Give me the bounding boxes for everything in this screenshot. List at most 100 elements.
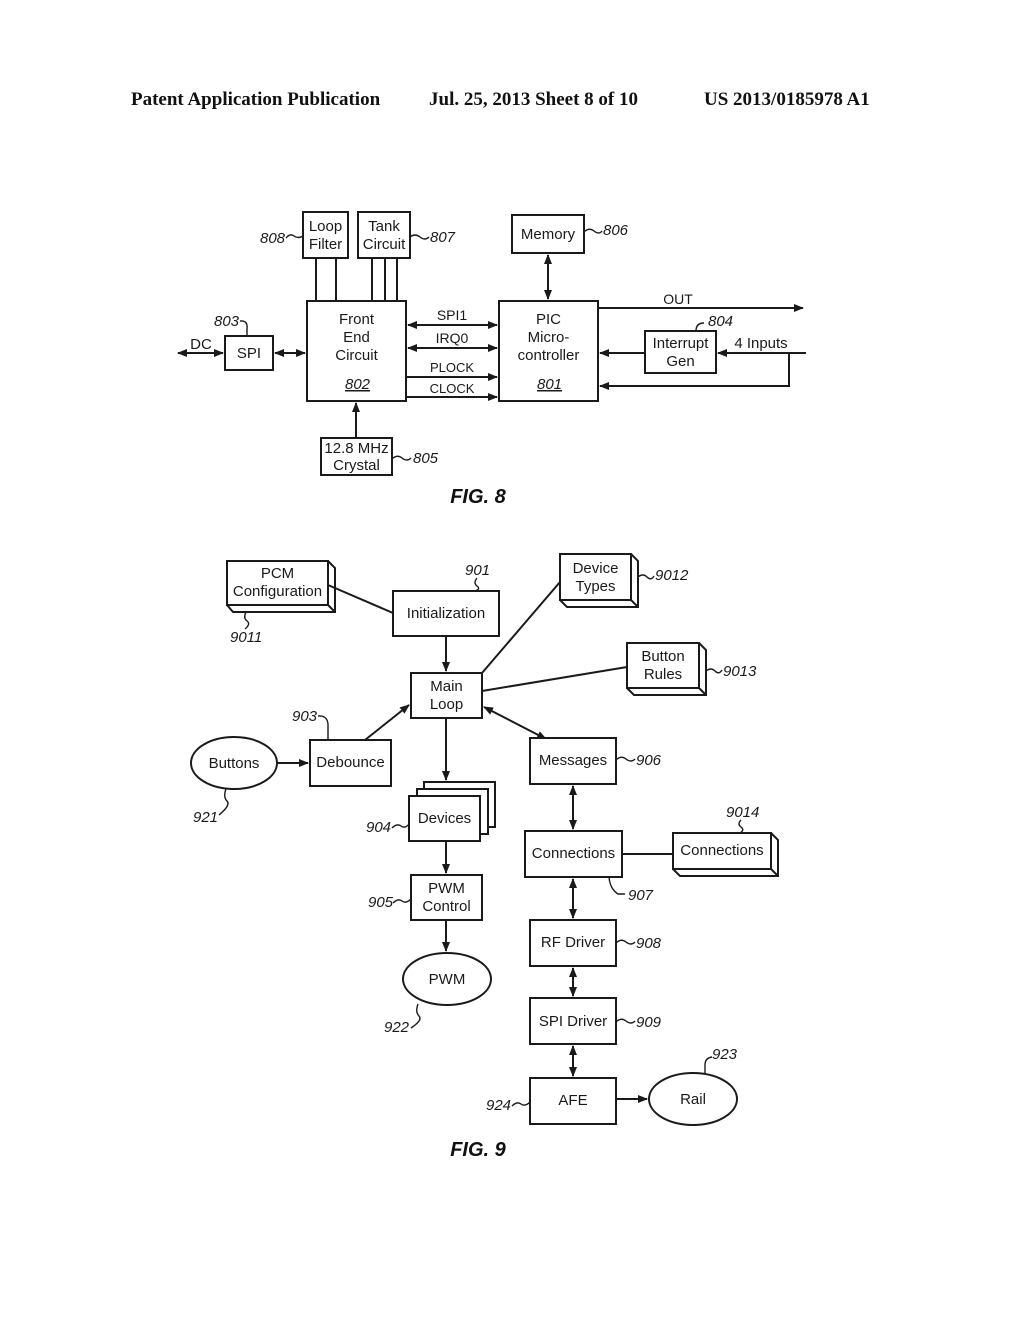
main-buttonrules-link [481, 666, 628, 692]
leader-907 [608, 876, 625, 895]
pwm-label: PWM [429, 971, 466, 988]
initialization-label: Initialization [407, 605, 485, 622]
ref-9011: 9011 [230, 629, 262, 646]
connections-store: Connections [672, 832, 779, 877]
front-end-label-3: Circuit [335, 347, 378, 364]
leader-923 [704, 1056, 713, 1073]
device-types-label-1: Device [573, 560, 619, 577]
signal-clock-label: CLOCK [430, 381, 475, 396]
ref-923: 923 [712, 1046, 738, 1063]
interrupt-gen-block: Interrupt Gen [644, 330, 717, 374]
fig8-diagram: Loop Filter 808 Tank Circuit 807 Memory … [177, 211, 806, 508]
pwm-control-label-1: PWM [428, 880, 465, 897]
pic-label-1: PIC [536, 311, 561, 328]
pic-label-3: controller [518, 347, 580, 364]
ref-804: 804 [708, 313, 733, 330]
main-loop-label-2: Loop [430, 696, 463, 713]
leader-905 [392, 898, 412, 904]
leader-804 [695, 322, 705, 332]
leader-904 [391, 823, 410, 829]
spi-driver-label: SPI Driver [539, 1013, 607, 1030]
front-end-label-1: Front [339, 311, 375, 328]
leader-922 [410, 1003, 421, 1029]
ref-924: 924 [486, 1097, 511, 1114]
pcm-label-1: PCM [261, 565, 294, 582]
interrupt-gen-label-2: Gen [666, 353, 694, 370]
leader-9011 [244, 611, 250, 630]
main-messages-arrow [483, 706, 547, 740]
ref-909: 909 [636, 1014, 662, 1031]
ref-908: 908 [636, 935, 662, 952]
front-end-label-2: End [343, 329, 370, 346]
interrupt-gen-label-1: Interrupt [653, 335, 710, 352]
leader-9013 [705, 668, 723, 674]
pwm-control-label-2: Control [422, 898, 470, 915]
memory-block: Memory [511, 214, 585, 254]
connections-block: Connections [524, 830, 623, 878]
ref-806: 806 [603, 222, 629, 239]
figures-canvas: Loop Filter 808 Tank Circuit 807 Memory … [177, 211, 806, 1161]
pcm-label-2: Configuration [233, 583, 322, 600]
loop-filter-label-2: Filter [309, 236, 342, 253]
dc-label: DC [190, 336, 212, 353]
debounce-main-arrow [364, 704, 410, 741]
pwm-control-block: PWM Control [410, 874, 483, 921]
pwm-terminal: PWM [402, 952, 492, 1006]
main-loop-block: Main Loop [410, 672, 483, 719]
leader-903 [317, 715, 329, 740]
leader-808 [285, 234, 304, 239]
spi-driver-block: SPI Driver [529, 997, 617, 1045]
rail-label: Rail [680, 1091, 706, 1108]
fig9-caption: FIG. 9 [450, 1139, 506, 1161]
device-types-store: Device Types [559, 553, 639, 608]
crystal-label-1: 12.8 MHz [324, 440, 388, 457]
leader-9014 [738, 819, 744, 834]
loop-filter-block: Loop Filter [302, 211, 349, 259]
ref-808: 808 [260, 230, 286, 247]
pcm-init-link [327, 584, 394, 614]
connections-store-label: Connections [680, 842, 763, 859]
ref-904: 904 [366, 819, 391, 836]
ref-922: 922 [384, 1019, 410, 1036]
tank-circuit-label-2: Circuit [363, 236, 406, 253]
rf-driver-block: RF Driver [529, 919, 617, 967]
ref-906: 906 [636, 752, 662, 769]
leader-908 [615, 939, 636, 945]
ref-802: 802 [345, 376, 371, 393]
four-inputs-label: 4 Inputs [734, 335, 787, 352]
buttons-label: Buttons [209, 755, 260, 772]
ref-901: 901 [465, 562, 490, 579]
pcm-configuration-store: PCM Configuration [226, 560, 336, 613]
signal-plock-label: PLOCK [430, 360, 474, 375]
ref-805: 805 [413, 450, 439, 467]
afe-block: AFE [529, 1077, 617, 1125]
signal-irq0-label: IRQ0 [436, 330, 469, 346]
devices-stack: Devices [408, 781, 496, 842]
tank-circuit-label-1: Tank [368, 218, 400, 235]
afe-label: AFE [558, 1092, 587, 1109]
leader-921 [218, 788, 229, 816]
leader-807 [409, 234, 430, 240]
ref-801: 801 [537, 376, 562, 393]
leader-906 [615, 756, 636, 762]
ref-903: 903 [292, 708, 318, 725]
ref-907: 907 [628, 887, 654, 904]
main-loop-label-1: Main [430, 678, 463, 695]
leader-805 [391, 455, 412, 461]
ref-9014: 9014 [726, 804, 759, 821]
leader-9012 [637, 574, 655, 580]
leader-909 [615, 1018, 636, 1024]
device-types-label-2: Types [575, 578, 615, 595]
front-end-circuit-block: Front End Circuit 802 [306, 300, 407, 402]
ref-807: 807 [430, 229, 456, 246]
pic-label-2: Micro- [528, 329, 570, 346]
loop-filter-label-1: Loop [309, 218, 342, 235]
ref-803: 803 [214, 313, 240, 330]
pic-microcontroller-block: PIC Micro- controller 801 [498, 300, 599, 402]
signal-out-label: OUT [663, 291, 693, 307]
memory-label: Memory [521, 226, 576, 243]
buttons-terminal: Buttons [190, 736, 278, 790]
button-rules-store: Button Rules [626, 642, 707, 696]
connections-label: Connections [532, 845, 615, 862]
spi-label: SPI [237, 345, 261, 362]
